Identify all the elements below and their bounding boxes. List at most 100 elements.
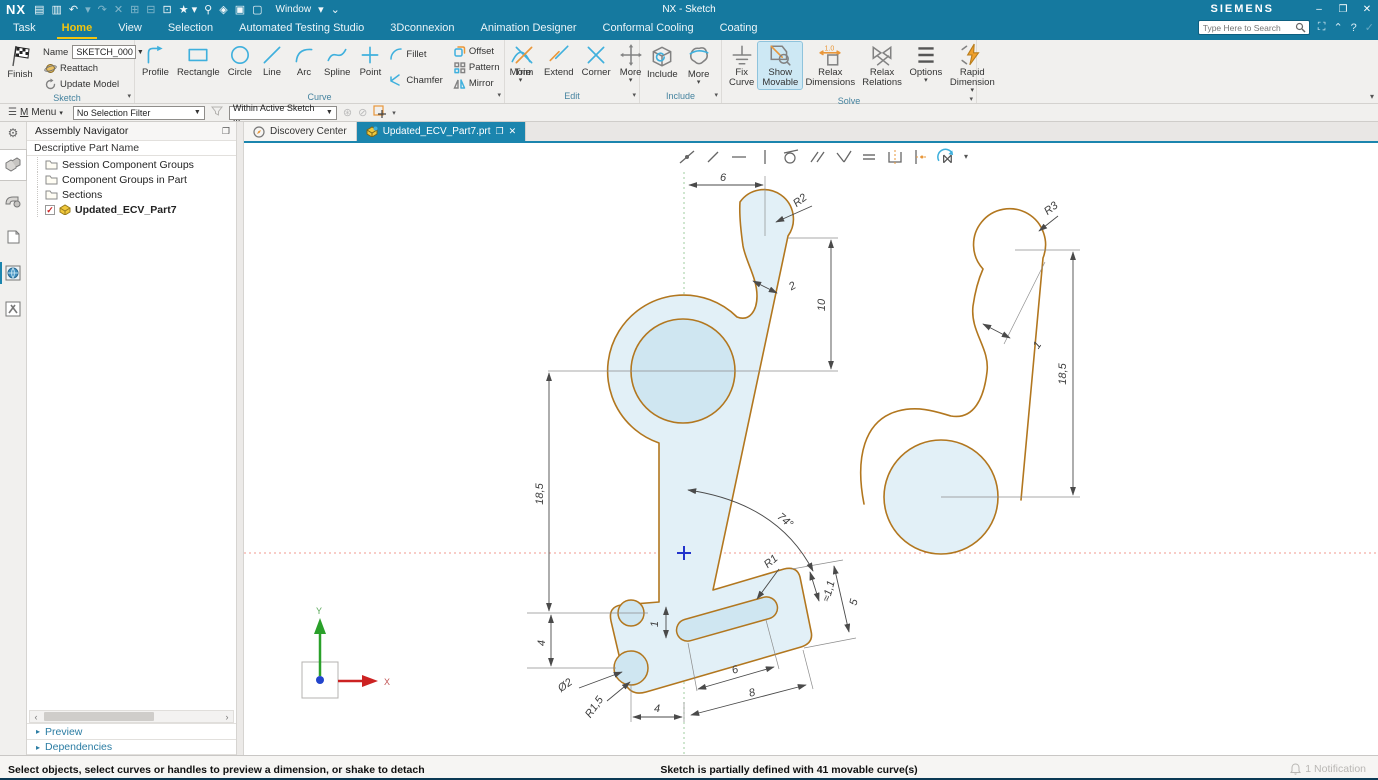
- constraint-vertical-icon[interactable]: [754, 147, 775, 166]
- web-browser-tab[interactable]: [0, 258, 26, 288]
- menu-button[interactable]: ☰ MMenu ▾: [4, 107, 67, 118]
- dim-hole-diameter[interactable]: Ø2: [555, 676, 575, 695]
- dim-width-top[interactable]: 6: [720, 172, 727, 184]
- command-search[interactable]: [1198, 20, 1310, 35]
- tree-item-updated-ecv-part7[interactable]: ✓ Updated_ECV_Part7: [27, 202, 236, 217]
- selection-scope-combo[interactable]: Within Active Sketch ...▼: [229, 106, 337, 120]
- constraint-midpoint-icon[interactable]: [910, 147, 931, 166]
- tab-automated-testing-studio[interactable]: Automated Testing Studio: [226, 18, 377, 40]
- favorites-icon[interactable]: ★ ▾: [179, 3, 197, 16]
- tree-item-sections[interactable]: Sections: [27, 187, 236, 202]
- scrollbar-thumb[interactable]: [44, 712, 154, 721]
- notification-area[interactable]: 1 Notification: [1290, 763, 1366, 775]
- arc-button[interactable]: Arc: [288, 42, 320, 79]
- cascade-windows-icon[interactable]: ▣: [235, 3, 245, 16]
- rapid-dimension-button[interactable]: Rapid Dimension▾: [946, 42, 999, 95]
- dim-height-knob[interactable]: 10: [816, 298, 828, 311]
- part-navigator-tab[interactable]: [0, 222, 26, 252]
- dim-radius-slot[interactable]: R1: [762, 553, 780, 571]
- chamfer-button[interactable]: Chamfer: [386, 72, 445, 88]
- snap-point-caret-icon[interactable]: ▾: [392, 109, 396, 117]
- dim-hole-spacing[interactable]: 4: [536, 640, 548, 646]
- include-button[interactable]: Include: [643, 42, 682, 81]
- offset-button[interactable]: Offset: [450, 44, 503, 59]
- group-dialog-caret-icon[interactable]: ▾: [632, 90, 636, 102]
- save-as-icon[interactable]: ▥: [51, 3, 61, 16]
- tab-3dconnexion[interactable]: 3Dconnexion: [377, 18, 467, 40]
- tab-task[interactable]: Task: [0, 18, 49, 40]
- mirror-button[interactable]: Mirror: [450, 76, 503, 91]
- options-button[interactable]: Options▾: [906, 42, 946, 85]
- panel-splitter[interactable]: [237, 122, 244, 755]
- spline-button[interactable]: Spline: [320, 42, 354, 79]
- group-dialog-caret-icon[interactable]: ▾: [127, 91, 131, 103]
- constraint-symmetric-icon[interactable]: [884, 147, 905, 166]
- undo-icon[interactable]: ↶: [69, 3, 78, 16]
- dim-right-thickness[interactable]: 1: [1031, 339, 1044, 351]
- line-button[interactable]: Line: [256, 42, 288, 79]
- dim-hole-x[interactable]: 4: [654, 703, 660, 715]
- restore-button[interactable]: ❐: [1336, 4, 1350, 15]
- tab-view[interactable]: View: [105, 18, 155, 40]
- search-icon[interactable]: [1295, 22, 1306, 33]
- minimize-button[interactable]: –: [1312, 4, 1326, 15]
- tab-close-icon[interactable]: ✕: [509, 126, 517, 137]
- touch-mode-icon[interactable]: ◈: [219, 3, 227, 16]
- sketch-name-combo[interactable]: SKETCH_000▼: [72, 45, 136, 59]
- tree-item-component-groups-in-part[interactable]: Component Groups in Part: [27, 172, 236, 187]
- dim-angle[interactable]: 74°: [775, 511, 796, 531]
- update-model-button[interactable]: Update Model: [41, 77, 138, 92]
- constraint-perpendicular-icon[interactable]: [832, 147, 853, 166]
- pattern-button[interactable]: Pattern: [450, 60, 503, 75]
- panel-undock-icon[interactable]: ❐: [222, 126, 230, 137]
- dim-hole-offset[interactable]: 1: [649, 621, 661, 627]
- relax-relations-button[interactable]: Relax Relations: [858, 42, 906, 89]
- window-icon[interactable]: ▢: [252, 3, 262, 16]
- ribbon-options-caret-icon[interactable]: ▾: [1370, 92, 1374, 101]
- circle-button[interactable]: Circle: [224, 42, 256, 79]
- dim-right-radius-knob[interactable]: R3: [1042, 199, 1061, 218]
- corner-button[interactable]: Corner: [578, 42, 615, 79]
- discovery-center-tab[interactable]: Discovery Center: [244, 122, 357, 141]
- relations-toolbar-caret-icon[interactable]: ▾: [964, 152, 968, 161]
- constraint-equal-length-icon[interactable]: [858, 147, 879, 166]
- navigator-horizontal-scrollbar[interactable]: ‹ ›: [29, 710, 234, 723]
- dim-base-width[interactable]: 5: [848, 597, 861, 607]
- tab-conformal-cooling[interactable]: Conformal Cooling: [590, 18, 707, 40]
- part-document-tab[interactable]: Updated_ECV_Part7.prt ❐ ✕: [357, 122, 526, 141]
- tab-coating[interactable]: Coating: [707, 18, 771, 40]
- relax-dimensions-button[interactable]: 1.0 Relax Dimensions: [802, 42, 858, 89]
- minimize-ribbon-icon[interactable]: ⌃: [1333, 21, 1342, 34]
- show-movable-button[interactable]: Show Movable: [758, 42, 802, 89]
- help-icon[interactable]: ?: [1351, 22, 1357, 34]
- fillet-button[interactable]: Fillet: [386, 46, 445, 62]
- point-button[interactable]: Point: [354, 42, 386, 79]
- constraint-tangent-icon[interactable]: [780, 147, 801, 166]
- window-menu-caret-icon[interactable]: ▾: [318, 3, 324, 16]
- selection-filter-combo[interactable]: No Selection Filter▼: [73, 106, 205, 120]
- save-icon[interactable]: ▤: [34, 3, 44, 16]
- tree-item-session-component-groups[interactable]: Session Component Groups: [27, 157, 236, 172]
- notification-label[interactable]: 1 Notification: [1305, 763, 1366, 775]
- qat-customize-icon[interactable]: ⌄: [331, 3, 340, 16]
- dim-radius-knob[interactable]: R2: [791, 192, 809, 210]
- extend-button[interactable]: Extend: [540, 42, 578, 79]
- tab-selection[interactable]: Selection: [155, 18, 226, 40]
- resource-bar-options-gear-icon[interactable]: ⚙: [8, 126, 19, 140]
- snap-point-icon[interactable]: [373, 105, 386, 121]
- expand-arrow-icon[interactable]: ▸: [36, 743, 40, 752]
- roles-tab[interactable]: [0, 294, 26, 324]
- reattach-button[interactable]: Reattach: [41, 61, 138, 76]
- constraint-coincident-icon[interactable]: [676, 147, 697, 166]
- constraint-horizontal-icon[interactable]: [728, 147, 749, 166]
- dim-corner-radius[interactable]: R1,5: [583, 694, 607, 721]
- tab-animation-designer[interactable]: Animation Designer: [468, 18, 590, 40]
- scroll-left-icon[interactable]: ‹: [30, 712, 42, 722]
- dim-slot-overall[interactable]: 8: [748, 686, 758, 699]
- group-dialog-caret-icon[interactable]: ▾: [714, 90, 718, 102]
- profile-button[interactable]: Profile: [138, 42, 173, 79]
- window-menu[interactable]: Window: [276, 4, 312, 15]
- preview-section[interactable]: ▸ Preview: [27, 723, 236, 739]
- part-visibility-checkbox[interactable]: ✓: [45, 205, 55, 215]
- search-input[interactable]: [1203, 23, 1295, 33]
